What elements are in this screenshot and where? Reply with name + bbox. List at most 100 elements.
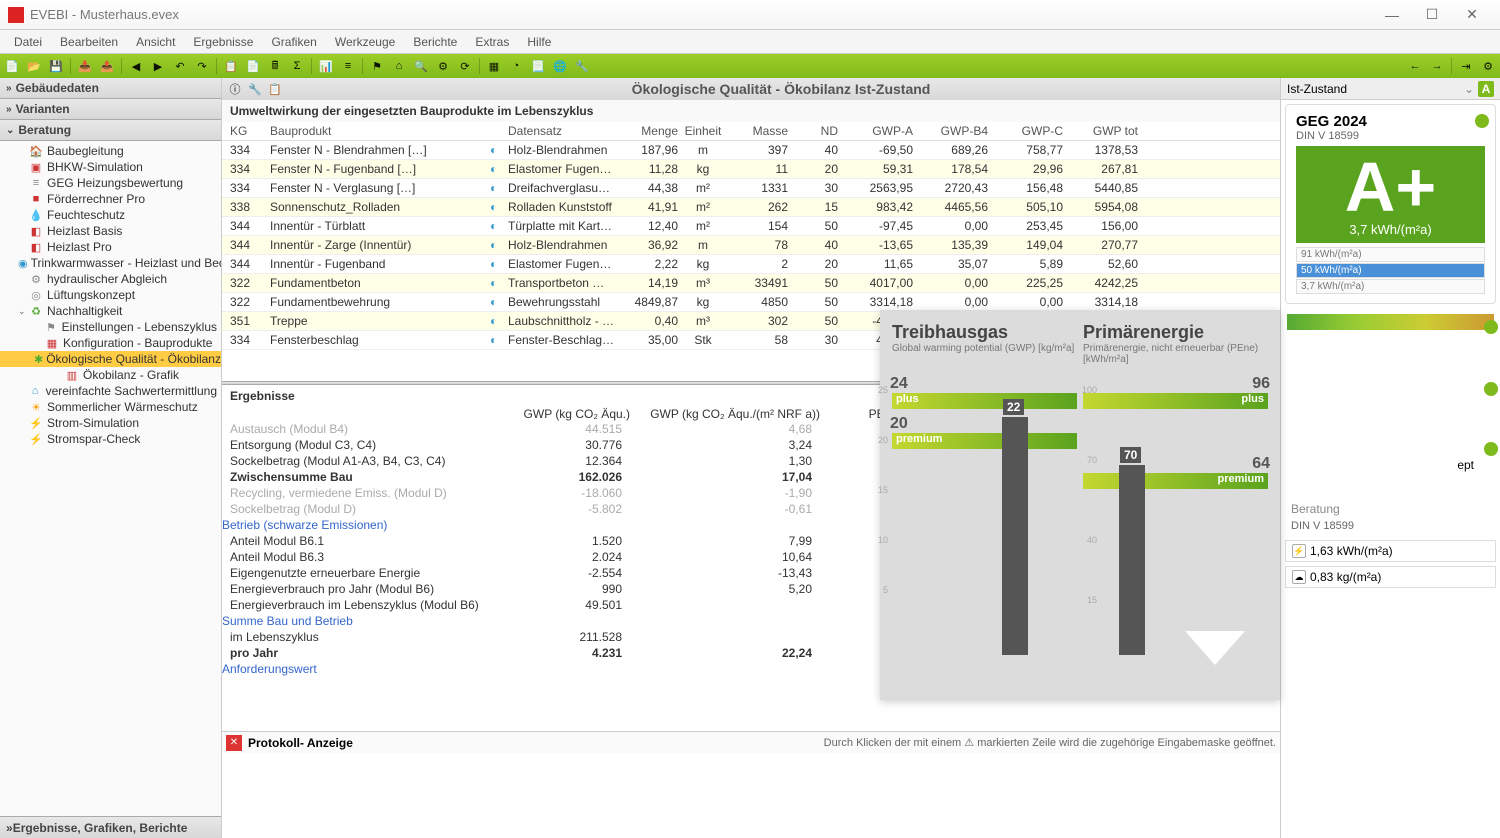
tree-item-16[interactable]: ☀Sommerlicher Wärmeschutz <box>0 399 221 415</box>
pie-icon[interactable]: ◔ <box>506 57 526 75</box>
copy-icon[interactable]: 📋 <box>266 81 284 97</box>
exit-icon[interactable]: ⇥ <box>1456 57 1476 75</box>
right-tab-label: Ist-Zustand <box>1287 82 1347 96</box>
tool-icon[interactable]: 🔧 <box>246 81 264 97</box>
bar-icon[interactable]: ▦ <box>484 57 504 75</box>
menu-grafiken[interactable]: Grafiken <box>263 33 324 51</box>
gear-icon[interactable]: ⚙ <box>433 57 453 75</box>
score-grade: A+ <box>1302 152 1479 222</box>
tree-item-9[interactable]: ◎Lüftungskonzept <box>0 287 221 303</box>
right-tab[interactable]: Ist-Zustand ⌄ A <box>1281 78 1500 100</box>
erg-col2: GWP (kg CO₂ Äqu./(m² NRF a)) <box>630 407 820 421</box>
open-icon[interactable]: 📂 <box>24 57 44 75</box>
menu-ansicht[interactable]: Ansicht <box>128 33 183 51</box>
tree-item-15[interactable]: ⌂vereinfachte Sachwertermittlung <box>0 383 221 399</box>
table-row[interactable]: 334Fenster N - Fugenband […]◐Elastomer F… <box>222 160 1280 179</box>
erg-col1: GWP (kg CO₂ Äqu.) <box>520 407 630 421</box>
col-gwptot: GWP tot <box>1063 124 1138 138</box>
tree-item-6[interactable]: ◧Heizlast Pro <box>0 239 221 255</box>
home-icon[interactable]: ⌂ <box>389 57 409 75</box>
energy-icon: ⚡ <box>1292 544 1306 558</box>
tree-item-0[interactable]: 🏠Baubegleitung <box>0 143 221 159</box>
menu-datei[interactable]: Datei <box>6 33 50 51</box>
menubar: Datei Bearbeiten Ansicht Ergebnisse Graf… <box>0 30 1500 54</box>
export-icon[interactable]: 📄 <box>243 57 263 75</box>
panel-ergebnisse-bottom[interactable]: »Ergebnisse, Grafiken, Berichte <box>0 816 221 838</box>
efficiency-bars <box>1281 308 1500 378</box>
sum-icon[interactable]: Σ <box>287 57 307 75</box>
tree-item-3[interactable]: ■Förderrechner Pro <box>0 191 221 207</box>
calc-icon[interactable]: 🖩 <box>265 57 285 75</box>
misc-icon[interactable]: 🔧 <box>572 57 592 75</box>
flag-icon[interactable]: ⚑ <box>367 57 387 75</box>
tree-item-17[interactable]: ⚡Strom-Simulation <box>0 415 221 431</box>
menu-extras[interactable]: Extras <box>467 33 517 51</box>
forward-icon[interactable]: ▶ <box>148 57 168 75</box>
tree-item-5[interactable]: ◧Heizlast Basis <box>0 223 221 239</box>
menu-berichte[interactable]: Berichte <box>405 33 465 51</box>
tree-item-10[interactable]: ⌄♻Nachhaltigkeit <box>0 303 221 319</box>
score-title: GEG 2024 <box>1296 113 1485 130</box>
menu-bearbeiten[interactable]: Bearbeiten <box>52 33 126 51</box>
menu-hilfe[interactable]: Hilfe <box>519 33 559 51</box>
co2-icon: ☁ <box>1292 570 1306 584</box>
close-button[interactable]: ✕ <box>1452 0 1492 30</box>
tree-item-13[interactable]: ✱Ökologische Qualität - Ökobilanz <box>0 351 221 367</box>
tree-item-1[interactable]: ▣BHKW-Simulation <box>0 159 221 175</box>
table-row[interactable]: 338Sonnenschutz_Rolladen◐Rolladen Kunsts… <box>222 198 1280 217</box>
chart-icon[interactable]: 📊 <box>316 57 336 75</box>
legend-1[interactable]: 91 kWh/(m²a) <box>1296 247 1485 262</box>
maximize-button[interactable]: ☐ <box>1412 0 1452 30</box>
left-panel: »Gebäudedaten »Varianten ⌄Beratung 🏠Baub… <box>0 78 222 838</box>
tree-item-18[interactable]: ⚡Stromspar-Check <box>0 431 221 447</box>
score-value: 3,7 kWh/(m²a) <box>1302 222 1479 237</box>
tree-item-11[interactable]: ⚑Einstellungen - Lebenszyklus <box>0 319 221 335</box>
info-icon[interactable]: ⓘ <box>226 81 244 97</box>
folder-out-icon[interactable]: 📤 <box>97 57 117 75</box>
back-icon[interactable]: ◀ <box>126 57 146 75</box>
table-row[interactable]: 334Fenster N - Blendrahmen […]◐Holz-Blen… <box>222 141 1280 160</box>
settings-icon[interactable]: ⚙ <box>1478 57 1498 75</box>
new-icon[interactable]: 📄 <box>2 57 22 75</box>
redo-icon[interactable]: ↷ <box>192 57 212 75</box>
center-panel: ⓘ 🔧 📋 Ökologische Qualität - Ökobilanz I… <box>222 78 1280 838</box>
doc-icon[interactable]: 📃 <box>528 57 548 75</box>
table-row[interactable]: 322Fundamentbeton◐Transportbeton …14,19m… <box>222 274 1280 293</box>
tree-item-8[interactable]: ⚙hydraulischer Abgleich <box>0 271 221 287</box>
metric-co2: ☁0,83 kg/(m²a) <box>1285 566 1496 588</box>
menu-ergebnisse[interactable]: Ergebnisse <box>185 33 261 51</box>
col-menge: Menge <box>618 124 678 138</box>
refresh-icon[interactable]: ⟳ <box>455 57 475 75</box>
tree-item-2[interactable]: ≡GEG Heizungsbewertung <box>0 175 221 191</box>
nav-back-icon[interactable]: ← <box>1405 57 1425 75</box>
nav-fwd-icon[interactable]: → <box>1427 57 1447 75</box>
metric-energy: ⚡1,63 kWh/(m²a) <box>1285 540 1496 562</box>
tree-item-14[interactable]: ▥Ökobilanz - Grafik <box>0 367 221 383</box>
zoom-icon[interactable]: 🔍 <box>411 57 431 75</box>
panel-beratung[interactable]: ⌄Beratung <box>0 120 221 141</box>
legend-3[interactable]: 3,7 kWh/(m²a) <box>1296 279 1485 294</box>
tree-item-7[interactable]: ◉Trinkwarmwasser - Heizlast und Bedarf <box>0 255 221 271</box>
list-icon[interactable]: ≡ <box>338 57 358 75</box>
panel-varianten[interactable]: »Varianten <box>0 99 221 120</box>
globe-icon[interactable]: 🌐 <box>550 57 570 75</box>
panel-gebaeudedaten[interactable]: »Gebäudedaten <box>0 78 221 99</box>
tree-item-4[interactable]: 💧Feuchteschutz <box>0 207 221 223</box>
folder-in-icon[interactable]: 📥 <box>75 57 95 75</box>
tree-item-12[interactable]: ▦Konfiguration - Bauprodukte <box>0 335 221 351</box>
save-icon[interactable]: 💾 <box>46 57 66 75</box>
undo-icon[interactable]: ↶ <box>170 57 190 75</box>
col-nd: ND <box>788 124 838 138</box>
rfoot-sub: DIN V 18599 <box>1281 520 1500 538</box>
table-row[interactable]: 344Innentür - Zarge (Innentür)◐Holz-Blen… <box>222 236 1280 255</box>
menu-werkzeuge[interactable]: Werkzeuge <box>327 33 403 51</box>
table-row[interactable]: 344Innentür - Türblatt◐Türplatte mit Kar… <box>222 217 1280 236</box>
table-row[interactable]: 334Fenster N - Verglasung […]◐Dreifachve… <box>222 179 1280 198</box>
ept-label: ept <box>1457 458 1474 472</box>
minimize-button[interactable]: — <box>1372 0 1412 30</box>
report-icon[interactable]: 📋 <box>221 57 241 75</box>
legend-2[interactable]: 50 kWh/(m²a) <box>1296 263 1485 278</box>
table-row[interactable]: 344Innentür - Fugenband◐Elastomer Fugen…… <box>222 255 1280 274</box>
col-gwpa: GWP-A <box>838 124 913 138</box>
close-protokoll-icon[interactable]: ✕ <box>226 735 242 751</box>
